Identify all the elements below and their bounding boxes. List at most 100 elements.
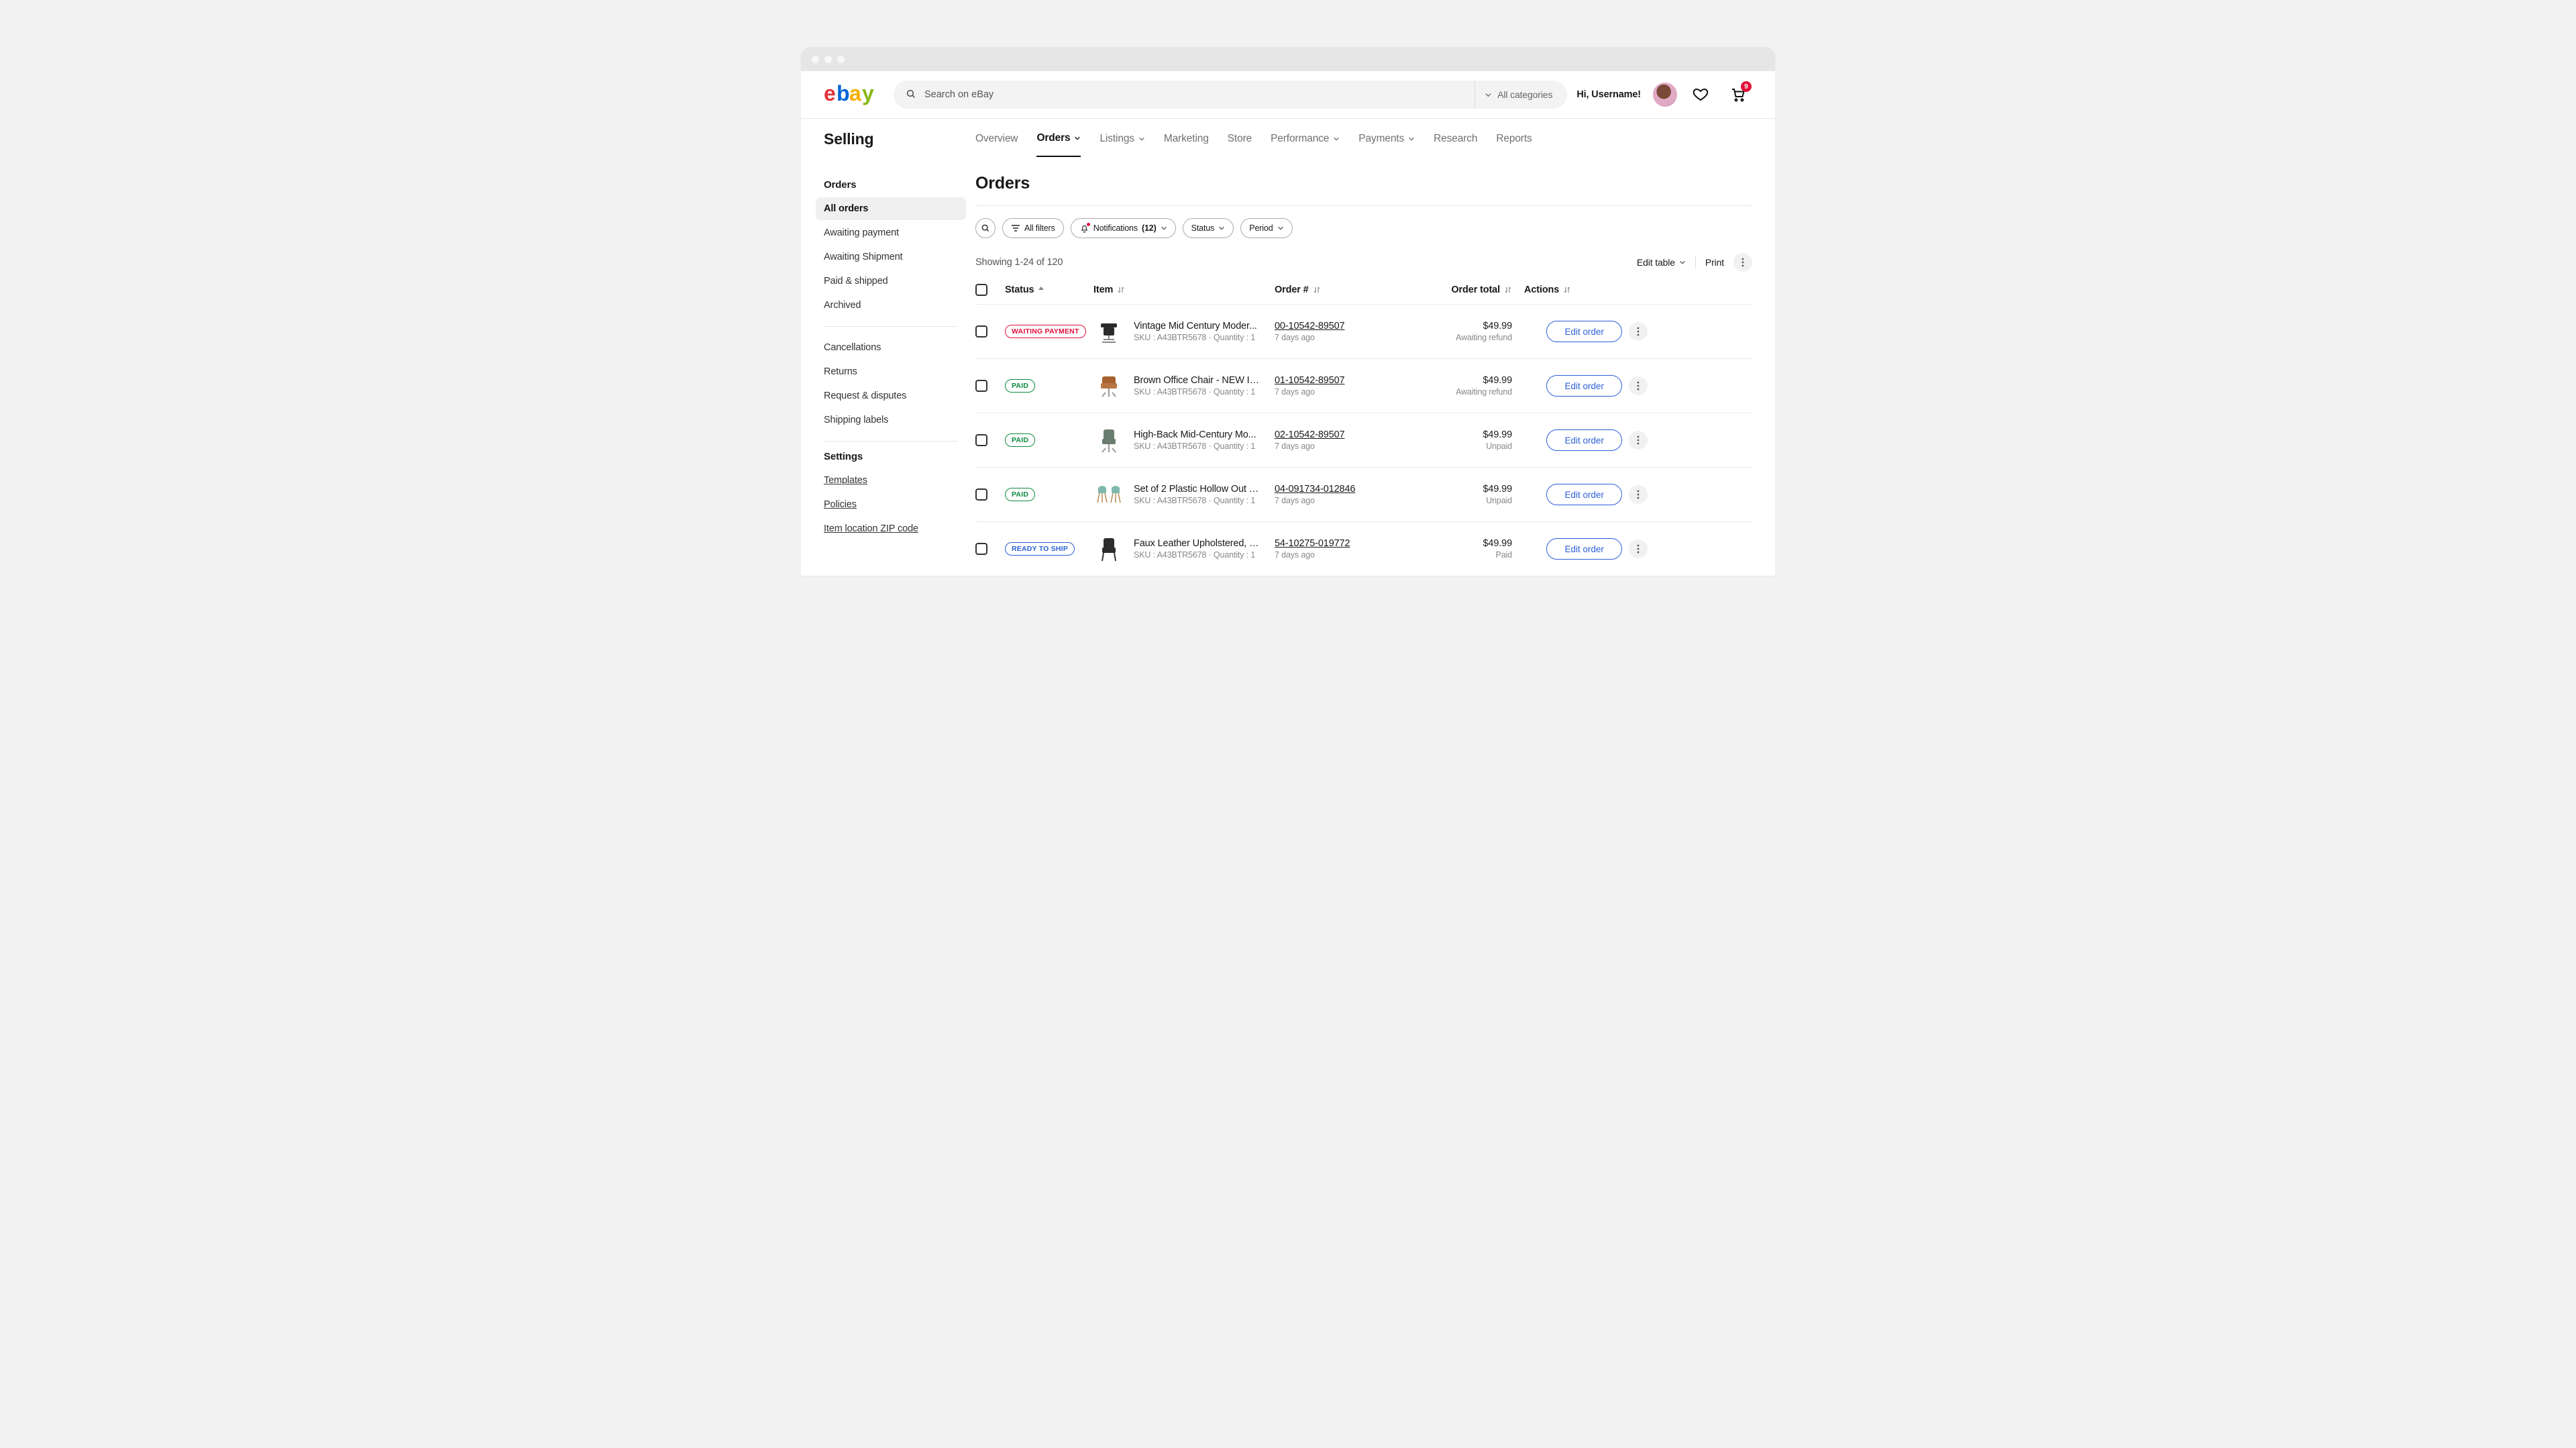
nav-tab-reports[interactable]: Reports [1496,121,1532,156]
order-total: $49.99 [1402,484,1512,495]
more-vertical-icon [1741,258,1744,267]
nav-tab-research[interactable]: Research [1434,121,1477,156]
window-dot-maximize-icon[interactable] [837,56,845,63]
nav-tab-performance[interactable]: Performance [1271,121,1340,156]
column-actions[interactable]: Actions [1512,285,1648,295]
sidebar-item[interactable]: Request & disputes [816,384,966,407]
row-checkbox[interactable] [975,325,987,338]
search-filter-button[interactable] [975,218,996,238]
edit-table-label: Edit table [1637,257,1675,268]
item-sku: SKU : A43BTR5678 · Quantity : 1 [1134,387,1261,397]
edit-order-button[interactable]: Edit order [1546,321,1622,342]
chevron-down-icon [1074,135,1081,142]
nav-tabs: Overview Orders Listings Marketing Store Perf… [975,121,1532,157]
sidebar-item[interactable]: Templates [816,469,966,492]
row-checkbox[interactable] [975,380,987,392]
status-badge: PAID [1005,488,1035,501]
nav-tab-overview[interactable]: Overview [975,121,1018,156]
sidebar-item[interactable]: Awaiting payment [816,221,966,244]
row-more-button[interactable] [1629,485,1648,504]
all-filters-chip[interactable]: All filters [1002,218,1064,238]
order-number-link[interactable]: 02-10542-89507 [1275,429,1402,440]
nav-tab-listings[interactable]: Listings [1099,121,1144,156]
order-number-link[interactable]: 00-10542-89507 [1275,321,1402,331]
cart-button[interactable]: 9 [1724,81,1752,109]
edit-order-button[interactable]: Edit order [1546,375,1622,397]
page-body: Orders All ordersAwaiting paymentAwaitin… [801,159,1775,576]
table-row: PAIDBrown Office Chair - NEW IN...SKU : … [975,358,1752,413]
categories-label: All categories [1497,89,1552,100]
select-all-checkbox[interactable] [975,284,987,296]
payment-status: Awaiting refund [1402,333,1512,342]
order-age: 7 days ago [1275,550,1402,560]
all-filters-label: All filters [1024,223,1055,233]
sidebar-item[interactable]: Item location ZIP code [816,517,966,540]
sidebar-heading-settings: Settings [824,451,958,462]
edit-order-button[interactable]: Edit order [1546,538,1622,560]
print-button[interactable]: Print [1705,257,1724,268]
nav-tab-orders[interactable]: Orders [1036,121,1081,157]
nav-tab-payments[interactable]: Payments [1358,121,1415,156]
sidebar-item[interactable]: Awaiting Shipment [816,246,966,268]
notifications-chip[interactable]: Notifications (12) [1071,218,1176,238]
product-thumbnail [1093,479,1124,510]
sidebar-item[interactable]: Paid & shipped [816,270,966,293]
site-header: e b a y All categories Hi, Username! [801,71,1775,119]
notifications-label: Notifications [1093,223,1138,233]
nav-tab-marketing[interactable]: Marketing [1164,121,1209,156]
nav-tab-label: Reports [1496,133,1532,145]
column-status[interactable]: Status [1005,285,1093,295]
row-more-button[interactable] [1629,431,1648,450]
search-input[interactable] [924,89,1466,100]
row-more-button[interactable] [1629,539,1648,558]
search-bar: All categories [894,81,1567,109]
sidebar-item[interactable]: Archived [816,294,966,317]
window-dot-minimize-icon[interactable] [824,56,832,63]
avatar[interactable] [1653,83,1677,107]
item-name: High-Back Mid-Century Mo... [1134,429,1256,440]
main-content: Orders All filters [975,174,1752,576]
table-more-button[interactable] [1733,253,1752,272]
sidebar-item[interactable]: All orders [816,197,966,220]
sidebar-divider [824,326,958,327]
status-badge: WAITING PAYMENT [1005,325,1086,338]
item-sku: SKU : A43BTR5678 · Quantity : 1 [1134,496,1261,505]
period-filter-label: Period [1249,223,1273,233]
favorites-button[interactable] [1686,81,1715,109]
edit-table-button[interactable]: Edit table [1637,257,1686,268]
column-item[interactable]: Item [1093,285,1275,295]
order-total: $49.99 [1402,538,1512,549]
order-number-link[interactable]: 01-10542-89507 [1275,375,1402,386]
sidebar-item[interactable]: Policies [816,493,966,516]
sidebar-item[interactable]: Cancellations [816,336,966,359]
row-more-button[interactable] [1629,322,1648,341]
categories-dropdown[interactable]: All categories [1474,81,1564,109]
sidebar-item[interactable]: Shipping labels [816,409,966,431]
period-filter-chip[interactable]: Period [1240,218,1292,238]
edit-order-button[interactable]: Edit order [1546,484,1622,505]
chevron-down-icon [1277,225,1284,231]
row-more-button[interactable] [1629,376,1648,395]
nav-tab-store[interactable]: Store [1228,121,1252,156]
column-order-total[interactable]: Order total [1402,285,1512,295]
status-filter-chip[interactable]: Status [1183,218,1234,238]
table-row: PAIDHigh-Back Mid-Century Mo...SKU : A43… [975,413,1752,467]
row-checkbox[interactable] [975,488,987,501]
svg-text:e: e [824,82,836,105]
table-meta-row: Showing 1-24 of 120 Edit table Print [975,253,1752,272]
row-checkbox[interactable] [975,434,987,446]
status-badge: READY TO SHIP [1005,542,1075,556]
order-age: 7 days ago [1275,496,1402,505]
column-order-number[interactable]: Order # [1275,285,1402,295]
product-thumbnail [1093,316,1124,347]
order-number-link[interactable]: 54-10275-019772 [1275,538,1402,549]
ebay-logo-icon[interactable]: e b a y [824,82,884,108]
order-number-link[interactable]: 04-091734-012846 [1275,484,1402,495]
status-filter-label: Status [1191,223,1215,233]
edit-order-button[interactable]: Edit order [1546,429,1622,451]
sidebar-item[interactable]: Returns [816,360,966,383]
order-total: $49.99 [1402,321,1512,331]
row-checkbox[interactable] [975,543,987,555]
order-age: 7 days ago [1275,333,1402,342]
window-dot-close-icon[interactable] [812,56,819,63]
